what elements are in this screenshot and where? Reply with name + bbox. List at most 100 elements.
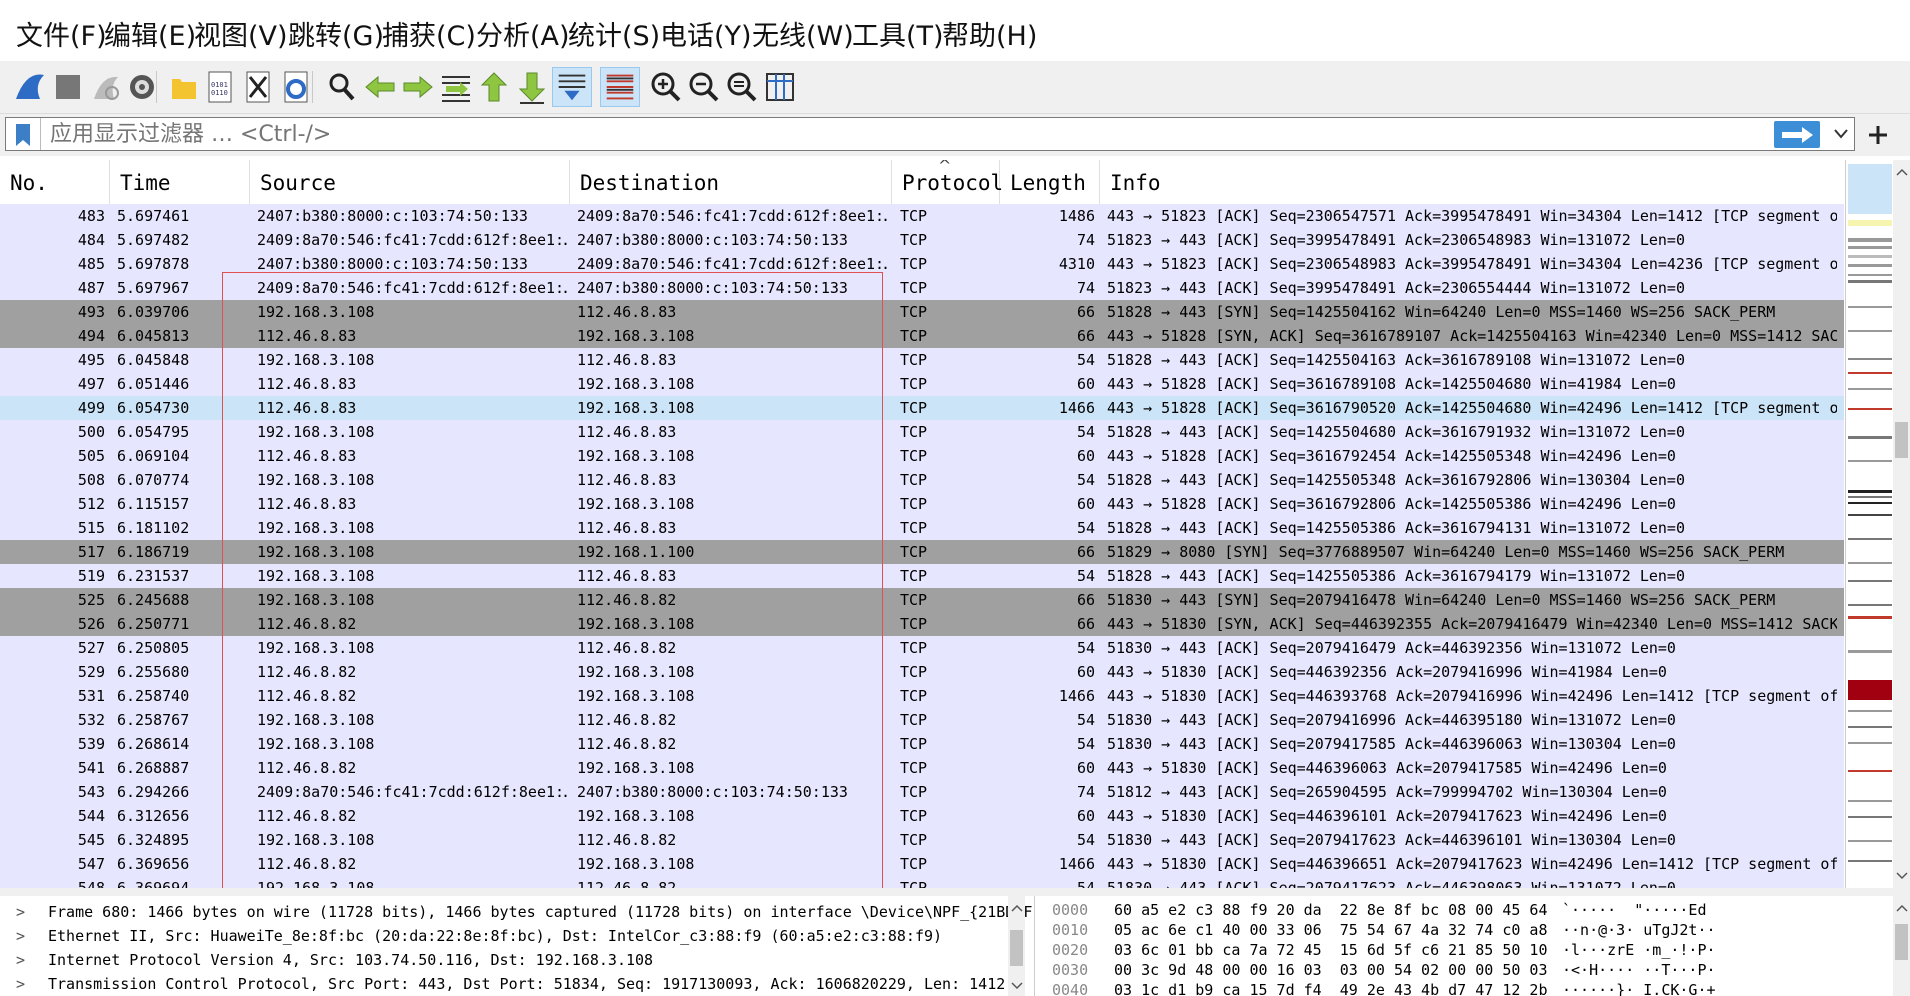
resize-columns-icon[interactable] bbox=[760, 67, 800, 107]
packet-row[interactable]: 548 6.369694 192.168.3.108 112.46.8.82 TCP 54… bbox=[0, 876, 1844, 888]
back-arrow-icon[interactable] bbox=[360, 67, 400, 107]
packet-row[interactable]: 526 6.250771 112.46.8.82 192.168.3.108 TCP 66… bbox=[0, 612, 1844, 636]
menu-item-4[interactable]: 捕获(C) bbox=[382, 14, 476, 53]
menu-item-8[interactable]: 无线(W) bbox=[752, 14, 854, 53]
zoom-normal-icon[interactable] bbox=[722, 67, 762, 107]
detail-tree-item[interactable]: > Frame 680: 1466 bytes on wire (11728 bi… bbox=[0, 900, 1032, 924]
hex-bytes[interactable]: 00 3c 9d 48 00 00 16 03 03 00 54 02 00 0… bbox=[1114, 960, 1547, 980]
scrollbar-thumb[interactable] bbox=[1895, 422, 1908, 458]
scroll-down-icon[interactable] bbox=[1011, 982, 1023, 990]
packet-row[interactable]: 485 5.697878 2407:b380:8000:c:103:74:50:13… bbox=[0, 252, 1844, 276]
detail-tree-item[interactable]: > Transmission Control Protocol, Src Port… bbox=[0, 972, 1010, 996]
menu-item-0[interactable]: 文件(F) bbox=[16, 14, 107, 53]
packet-row[interactable]: 499 6.054730 112.46.8.83 192.168.3.108 TCP 14… bbox=[0, 396, 1844, 420]
menu-item-2[interactable]: 视图(V) bbox=[194, 14, 288, 53]
add-filter-button-plus-icon[interactable] bbox=[1865, 122, 1891, 148]
packet-row[interactable]: 543 6.294266 2409:8a70:546:fc41:7cdd:612f:… bbox=[0, 780, 1844, 804]
packet-row[interactable]: 494 6.045813 112.46.8.83 192.168.3.108 TCP 66… bbox=[0, 324, 1844, 348]
column-header-time[interactable]: Time bbox=[110, 160, 250, 204]
packet-row[interactable]: 508 6.070774 192.168.3.108 112.46.8.83 TCP 54… bbox=[0, 468, 1844, 492]
stop-icon[interactable] bbox=[48, 67, 88, 107]
ascii-bytes[interactable]: ··n·@·3· uTgJ2t·· bbox=[1562, 920, 1716, 940]
options-gear-icon[interactable] bbox=[122, 67, 162, 107]
close-file-icon[interactable] bbox=[238, 67, 278, 107]
detail-tree-item[interactable]: > Ethernet II, Src: HuaweiTe_8e:8f:bc (20… bbox=[0, 924, 1010, 948]
packet-row[interactable]: 517 6.186719 192.168.3.108 192.168.1.100 TCP… bbox=[0, 540, 1844, 564]
reload-icon[interactable] bbox=[276, 67, 316, 107]
open-folder-icon[interactable] bbox=[164, 67, 204, 107]
scrollbar-thumb[interactable] bbox=[1895, 924, 1908, 960]
expand-chevron-icon[interactable]: > bbox=[16, 924, 25, 948]
packet-row[interactable]: 545 6.324895 192.168.3.108 112.46.8.82 TCP 54… bbox=[0, 828, 1844, 852]
ascii-bytes[interactable]: ·l···zrE ·m_·!·P· bbox=[1562, 940, 1716, 960]
detail-tree-item[interactable]: > Internet Protocol Version 4, Src: 103.7… bbox=[0, 948, 1010, 972]
packet-row[interactable]: 544 6.312656 112.46.8.82 192.168.3.108 TCP 60… bbox=[0, 804, 1844, 828]
packet-row[interactable]: 505 6.069104 112.46.8.83 192.168.3.108 TCP 60… bbox=[0, 444, 1844, 468]
ascii-bytes[interactable]: `····· "·····Ed bbox=[1562, 900, 1707, 920]
zoom-out-icon[interactable] bbox=[684, 67, 724, 107]
bytes-scrollbar[interactable] bbox=[1893, 896, 1910, 996]
packet-row[interactable]: 497 6.051446 112.46.8.83 192.168.3.108 TCP 60… bbox=[0, 372, 1844, 396]
menu-item-5[interactable]: 分析(A) bbox=[476, 14, 570, 53]
column-header-length[interactable]: Length bbox=[1000, 160, 1100, 204]
packet-row[interactable]: 529 6.255680 112.46.8.82 192.168.3.108 TCP 60… bbox=[0, 660, 1844, 684]
packet-row[interactable]: 484 5.697482 2409:8a70:546:fc41:7cdd:612f:… bbox=[0, 228, 1844, 252]
packet-row[interactable]: 483 5.697461 2407:b380:8000:c:103:74:50:13… bbox=[0, 204, 1844, 228]
zoom-in-icon[interactable] bbox=[646, 67, 686, 107]
expand-chevron-icon[interactable]: > bbox=[16, 900, 25, 924]
packet-row[interactable]: 519 6.231537 192.168.3.108 112.46.8.83 TCP 54… bbox=[0, 564, 1844, 588]
apply-filter-button[interactable] bbox=[1774, 121, 1820, 148]
menu-item-6[interactable]: 统计(S) bbox=[568, 14, 660, 53]
hex-bytes[interactable]: 03 6c 01 bb ca 7a 72 45 15 6d 5f c6 21 8… bbox=[1114, 940, 1547, 960]
packet-row[interactable]: 532 6.258767 192.168.3.108 112.46.8.82 TCP 54… bbox=[0, 708, 1844, 732]
shark-fin-start-icon[interactable] bbox=[10, 67, 50, 107]
packet-row[interactable]: 525 6.245688 192.168.3.108 112.46.8.82 TCP 66… bbox=[0, 588, 1844, 612]
hex-bytes[interactable]: 60 a5 e2 c3 88 f9 20 da 22 8e 8f bc 08 0… bbox=[1114, 900, 1547, 920]
ascii-bytes[interactable]: ······}· I.CK·G·+ bbox=[1562, 980, 1716, 996]
last-packet-icon[interactable] bbox=[512, 67, 552, 107]
packet-row[interactable]: 541 6.268887 112.46.8.82 192.168.3.108 TCP 60… bbox=[0, 756, 1844, 780]
packet-row[interactable]: 500 6.054795 192.168.3.108 112.46.8.83 TCP 54… bbox=[0, 420, 1844, 444]
packet-row[interactable]: 493 6.039706 192.168.3.108 112.46.8.83 TCP 66… bbox=[0, 300, 1844, 324]
first-packet-icon[interactable] bbox=[474, 67, 514, 107]
column-header-source[interactable]: Source bbox=[250, 160, 570, 204]
packet-row[interactable]: 515 6.181102 192.168.3.108 112.46.8.83 TCP 54… bbox=[0, 516, 1844, 540]
colorize-icon[interactable] bbox=[600, 67, 640, 107]
hex-bytes[interactable]: 05 ac 6e c1 40 00 33 06 75 54 67 4a 32 7… bbox=[1114, 920, 1547, 940]
packet-row[interactable]: 531 6.258740 112.46.8.82 192.168.3.108 TCP 14… bbox=[0, 684, 1844, 708]
packet-row[interactable]: 495 6.045848 192.168.3.108 112.46.8.83 TCP 54… bbox=[0, 348, 1844, 372]
details-scrollbar[interactable] bbox=[1008, 896, 1025, 996]
packet-row[interactable]: 547 6.369656 112.46.8.82 192.168.3.108 TCP 14… bbox=[0, 852, 1844, 876]
packet-row[interactable]: 512 6.115157 112.46.8.83 192.168.3.108 TCP 60… bbox=[0, 492, 1844, 516]
packet-row[interactable]: 487 5.697967 2409:8a70:546:fc41:7cdd:612f:… bbox=[0, 276, 1844, 300]
menu-item-10[interactable]: 帮助(H) bbox=[942, 14, 1037, 53]
menu-item-3[interactable]: 跳转(G) bbox=[288, 14, 384, 53]
column-header-destination[interactable]: Destination bbox=[570, 160, 892, 204]
scroll-down-icon[interactable] bbox=[1896, 872, 1908, 880]
expand-chevron-icon[interactable]: > bbox=[16, 948, 25, 972]
scroll-up-icon[interactable] bbox=[1896, 168, 1908, 176]
go-to-packet-icon[interactable] bbox=[436, 67, 476, 107]
column-header-no[interactable]: No. bbox=[0, 160, 110, 204]
menu-item-1[interactable]: 编辑(E) bbox=[104, 14, 196, 53]
display-filter-input[interactable] bbox=[50, 120, 1750, 148]
menu-item-7[interactable]: 电话(Y) bbox=[660, 14, 752, 53]
autoscroll-icon[interactable] bbox=[552, 67, 592, 107]
menu-item-9[interactable]: 工具(T) bbox=[852, 14, 944, 53]
packet-list-scrollbar[interactable] bbox=[1893, 160, 1910, 888]
scrollbar-thumb[interactable] bbox=[1010, 930, 1023, 966]
pane-splitter[interactable] bbox=[0, 888, 1910, 896]
save-file-icon[interactable]: 0101 0110 bbox=[200, 67, 240, 107]
scroll-up-icon[interactable] bbox=[1896, 904, 1908, 912]
packet-minimap[interactable] bbox=[1845, 160, 1894, 888]
expand-chevron-icon[interactable]: > bbox=[16, 972, 25, 996]
packet-row[interactable]: 539 6.268614 192.168.3.108 112.46.8.82 TCP 54… bbox=[0, 732, 1844, 756]
ascii-bytes[interactable]: ·<·H···· ··T···P· bbox=[1562, 960, 1716, 980]
hex-bytes[interactable]: 03 1c d1 b9 ca 15 7d f4 49 2e 43 4b d7 4… bbox=[1114, 980, 1547, 996]
column-header-info[interactable]: Info bbox=[1100, 160, 1844, 204]
filter-history-dropdown-icon[interactable] bbox=[1834, 128, 1848, 140]
bookmark-icon[interactable] bbox=[12, 122, 34, 148]
restart-icon[interactable] bbox=[86, 67, 126, 107]
forward-arrow-icon[interactable] bbox=[398, 67, 438, 107]
find-icon[interactable] bbox=[322, 67, 362, 107]
